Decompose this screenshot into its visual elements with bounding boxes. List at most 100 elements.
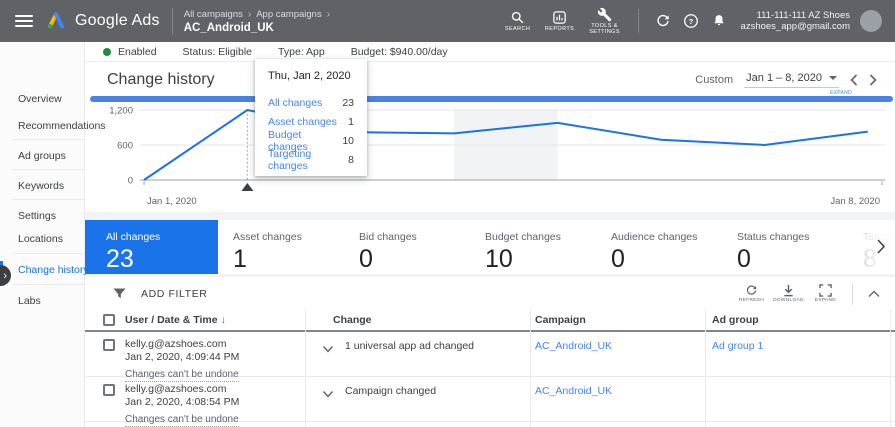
google-ads-app: Google Ads All campaigns › App campaigns… — [0, 0, 895, 427]
avatar[interactable] — [860, 10, 882, 32]
column-header-change[interactable]: Change — [333, 314, 372, 326]
sidebar-divider — [12, 253, 84, 254]
search-icon — [511, 11, 524, 24]
account-name: 111-111-111 AZ Shoes — [756, 10, 850, 21]
menu-icon[interactable] — [15, 15, 33, 27]
column-header-user[interactable]: User / Date & Time ↓ — [125, 314, 226, 326]
refresh-table-button[interactable]: REFRESH — [733, 284, 770, 303]
sidebar-item-ad-groups[interactable]: Ad groups — [18, 150, 66, 162]
notifications-button[interactable] — [705, 13, 733, 29]
refresh-button[interactable] — [649, 13, 677, 29]
tooltip-date: Thu, Jan 2, 2020 — [268, 70, 351, 82]
toolbar-divider — [852, 282, 853, 305]
table-tools: REFRESH DOWNLOAD EXPAND — [733, 282, 887, 305]
svg-text:Jan 8, 2020: Jan 8, 2020 — [830, 196, 880, 207]
user-date-cell: kelly.g@azshoes.com Jan 2, 2020, 4:08:54… — [125, 383, 239, 427]
topbar-divider — [171, 8, 173, 34]
topbar: Google Ads All campaigns › App campaigns… — [0, 0, 895, 42]
breadcrumb-app-campaigns[interactable]: App campaigns — [256, 9, 321, 20]
caret-down-icon — [829, 76, 837, 80]
change-history-table-card: ADD FILTER REFRESH DOWNLOAD EXPAND User … — [85, 277, 895, 427]
search-button[interactable]: SEARCH — [498, 10, 538, 32]
tab-asset-changes[interactable]: Asset changes 1 — [218, 220, 344, 274]
nav-expand-button[interactable]: › — [0, 265, 11, 286]
tab-status-changes[interactable]: Status changes 0 — [722, 220, 848, 274]
breadcrumb-current-campaign[interactable]: AC_Android_UK — [184, 22, 330, 34]
tooltip-link-targeting-changes[interactable]: Targeting changes — [268, 148, 348, 172]
svg-text:Jan 1, 2020: Jan 1, 2020 — [147, 196, 197, 207]
tools-settings-button[interactable]: TOOLS & SETTINGS — [582, 7, 628, 35]
change-history-chart[interactable]: 0 600 1,200 Jan 1, 2020 Jan 8, 2020 — [85, 88, 895, 212]
breadcrumb-all-campaigns[interactable]: All campaigns — [184, 9, 243, 20]
tooltip-value: 1 — [348, 115, 354, 128]
download-button[interactable]: DOWNLOAD — [770, 284, 807, 303]
status-eligible: Status: Eligible — [182, 45, 253, 58]
tab-audience-changes[interactable]: Audience changes 0 — [596, 220, 722, 274]
select-all-checkbox[interactable] — [103, 314, 115, 326]
date-range-selector[interactable]: Jan 1 – 8, 2020 — [744, 72, 839, 88]
table-header: User / Date & Time ↓ Change Campaign Ad … — [85, 310, 895, 332]
sidebar-item-labs[interactable]: Labs — [18, 295, 41, 307]
sidebar-item-overview[interactable]: Overview — [18, 93, 62, 105]
tab-budget-changes[interactable]: Budget changes 10 — [470, 220, 596, 274]
sidebar-divider — [12, 284, 84, 285]
tabs-fade-overlay — [849, 220, 895, 274]
sidebar-item-settings[interactable]: Settings — [18, 210, 56, 222]
undo-note: Changes can't be undone — [125, 414, 239, 427]
chevron-right-icon — [877, 239, 886, 254]
campaign-link[interactable]: AC_Android_UK — [535, 340, 612, 352]
sidebar-item-recommendations[interactable]: Recommendations — [18, 120, 106, 132]
chevron-down-icon — [322, 391, 334, 398]
sidebar-item-keywords[interactable]: Keywords — [18, 180, 64, 192]
campaign-status-bar: Enabled Status: Eligible Type: App Budge… — [85, 42, 895, 62]
previous-period-button[interactable] — [850, 74, 858, 86]
sidebar-divider — [12, 199, 84, 200]
chart-range-slider[interactable] — [90, 96, 893, 102]
row-checkbox[interactable] — [103, 384, 115, 396]
next-period-button[interactable] — [869, 74, 877, 86]
account-info[interactable]: 111-111-111 AZ Shoes azshoes_app@gmail.c… — [741, 10, 850, 32]
change-datetime: Jan 2, 2020, 4:08:54 PM — [125, 396, 240, 408]
sort-descending-icon: ↓ — [220, 314, 226, 326]
change-type-tabs: All changes 23 Asset changes 1 Bid chang… — [85, 220, 895, 274]
tabs-scroll-right-button[interactable] — [876, 238, 886, 260]
row-checkbox[interactable] — [103, 339, 115, 351]
sidebar-item-change-history[interactable]: Change history — [18, 264, 89, 276]
sidebar-item-locations[interactable]: Locations — [18, 233, 63, 245]
tab-bid-changes[interactable]: Bid changes 0 — [344, 220, 470, 274]
expand-change-button[interactable] — [322, 386, 334, 404]
table-toolbar: ADD FILTER REFRESH DOWNLOAD EXPAND — [85, 277, 895, 310]
date-preset-label: Custom — [695, 74, 734, 86]
tab-all-changes[interactable]: All changes 23 — [85, 220, 218, 274]
refresh-icon — [746, 285, 757, 295]
campaign-link[interactable]: AC_Android_UK — [535, 385, 612, 397]
tooltip-link-all-changes[interactable]: All changes — [268, 97, 322, 109]
change-datetime: Jan 2, 2020, 4:09:44 PM — [125, 351, 240, 363]
collapse-panel-button[interactable] — [861, 289, 887, 299]
table-row: kelly.g@azshoes.com Jan 2, 2020, 4:09:44… — [85, 332, 895, 382]
change-summary[interactable]: 1 universal app ad changed — [345, 340, 474, 352]
page-title: Change history — [107, 71, 215, 88]
change-summary[interactable]: Campaign changed — [345, 385, 436, 397]
add-filter-button[interactable]: ADD FILTER — [113, 288, 207, 300]
campaign-budget[interactable]: Budget: $940.00/day — [351, 46, 448, 58]
ad-group-link[interactable]: Ad group 1 — [712, 340, 763, 352]
table-row: kelly.g@azshoes.com Jan 2, 2020, 4:08:54… — [85, 377, 895, 427]
enabled-status[interactable]: Enabled — [103, 46, 157, 58]
column-header-campaign[interactable]: Campaign — [535, 314, 586, 326]
expand-table-button[interactable]: EXPAND — [807, 284, 844, 303]
chevron-up-icon — [868, 290, 880, 297]
brand-name: Google Ads — [75, 12, 160, 29]
help-button[interactable]: ? — [677, 13, 705, 29]
breadcrumb: All campaigns › App campaigns › AC_Andro… — [184, 9, 330, 34]
campaign-type: Type: App — [278, 45, 325, 58]
svg-text:0: 0 — [128, 176, 133, 187]
chart-expand-link[interactable]: EXPAND — [830, 90, 852, 96]
reports-icon — [553, 11, 566, 24]
svg-text:?: ? — [688, 17, 693, 26]
tooltip-link-asset-changes[interactable]: Asset changes — [268, 116, 337, 128]
expand-change-button[interactable] — [322, 341, 334, 359]
column-header-adgroup[interactable]: Ad group — [712, 314, 759, 326]
reports-button[interactable]: REPORTS — [540, 10, 580, 32]
tooltip-value: 23 — [342, 96, 354, 109]
